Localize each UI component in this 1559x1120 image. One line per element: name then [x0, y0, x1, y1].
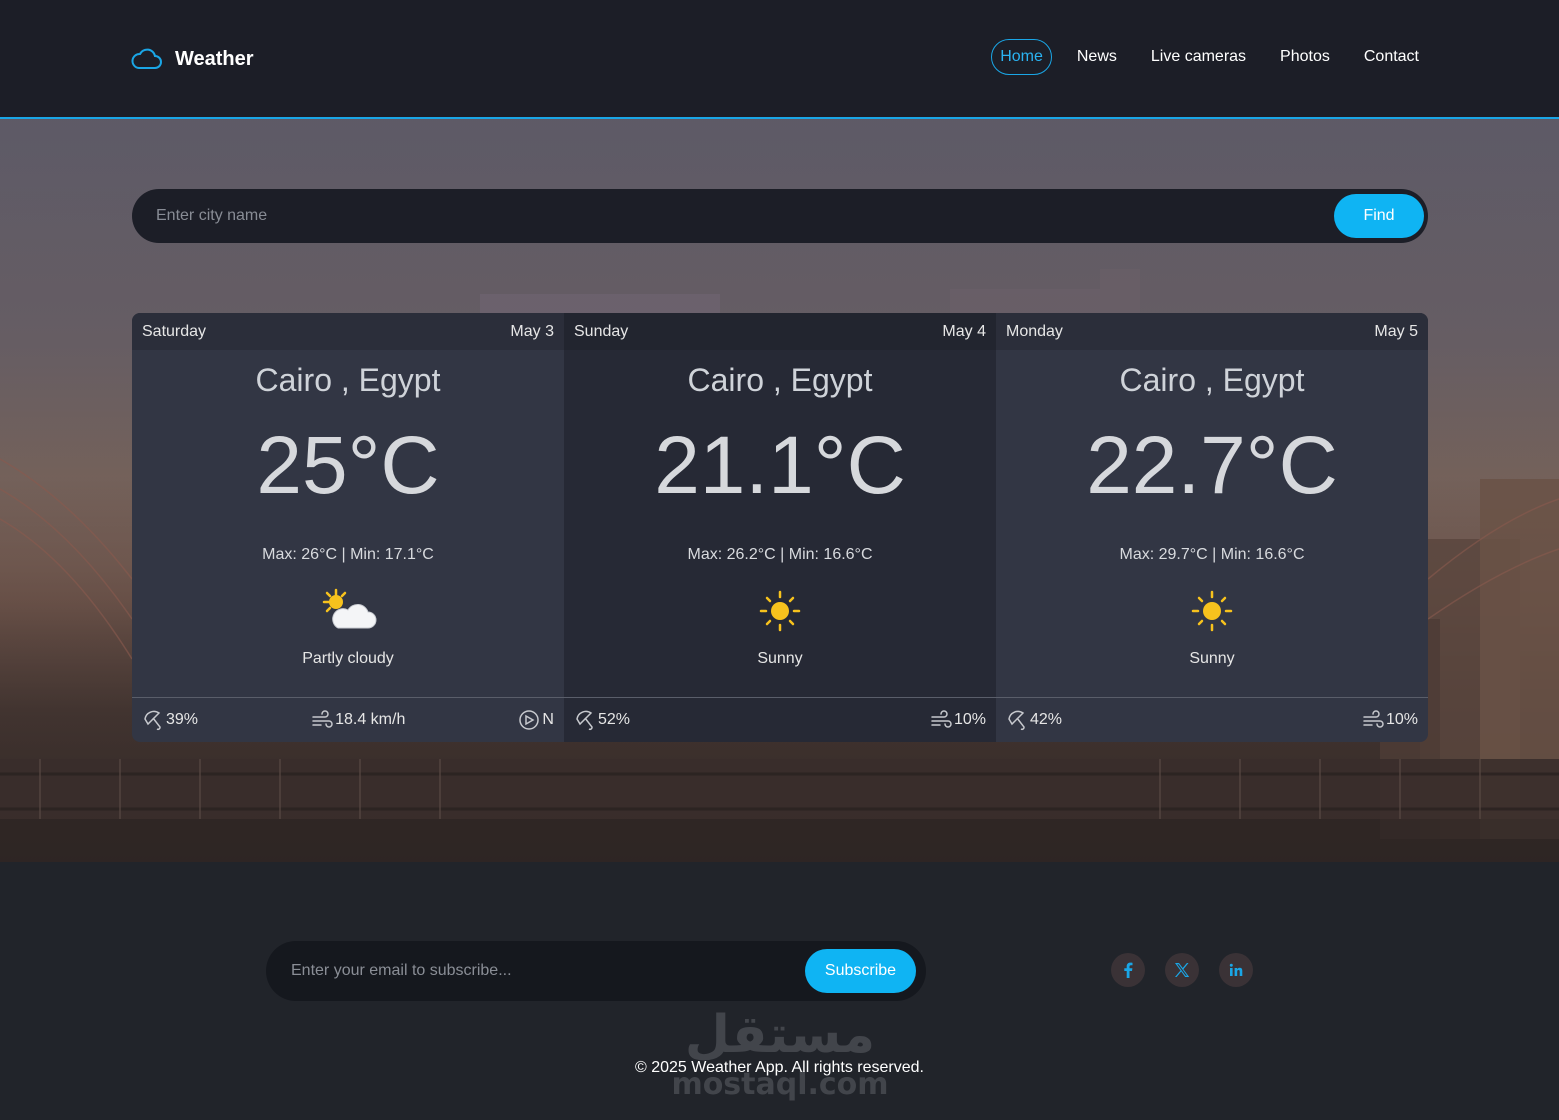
date: May 5 [1374, 322, 1418, 340]
sun-icon [1191, 590, 1233, 632]
wind-icon [931, 710, 952, 728]
nav-home[interactable]: Home [991, 39, 1052, 75]
forecast-card-day2: Sunday May 4 Cairo , Egypt 21.1°C Max: 2… [564, 313, 996, 742]
card-header: Monday May 5 [996, 313, 1428, 350]
page-footer: Subscribe مستقل mostaql.com © 2025 Weath… [0, 862, 1559, 1120]
card-footer: 52% 10% [564, 697, 996, 742]
date: May 3 [510, 322, 554, 340]
wind-speed: 10% [1362, 709, 1418, 731]
facebook-link[interactable] [1111, 953, 1145, 987]
min-max: Max: 26°C | Min: 17.1°C [262, 546, 434, 563]
mostaql-watermark-logo: مستقل mostaql.com [671, 1005, 888, 1102]
day-name: Monday [1006, 322, 1063, 340]
facebook-icon [1124, 962, 1133, 978]
card-body: Cairo , Egypt 22.7°C Max: 29.7°C | Min: … [996, 350, 1428, 697]
brand-name: Weather [175, 47, 254, 70]
subscribe-button[interactable]: Subscribe [805, 949, 916, 993]
wind-direction: N [518, 709, 554, 731]
cloud-icon [131, 48, 162, 69]
partly-cloudy-icon [322, 588, 377, 629]
rain-chance: 42% [1006, 709, 1062, 731]
subscribe-form: Subscribe [266, 941, 926, 1001]
wind-icon [1363, 710, 1384, 728]
rain-chance: 52% [574, 709, 630, 731]
forecast-card-today: Saturday May 3 Cairo , Egypt 25°C Max: 2… [132, 313, 564, 742]
temperature: 21.1°C [654, 420, 906, 511]
linkedin-link[interactable] [1219, 953, 1253, 987]
day-name: Saturday [142, 322, 207, 340]
card-body: Cairo , Egypt 25°C Max: 26°C | Min: 17.1… [132, 350, 564, 697]
date: May 4 [942, 322, 986, 340]
condition: Sunny [757, 650, 803, 667]
nav-live-cameras[interactable]: Live cameras [1142, 39, 1255, 75]
forecast-card-day3: Monday May 5 Cairo , Egypt 22.7°C Max: 2… [996, 313, 1428, 742]
condition: Sunny [1189, 650, 1235, 667]
rain-chance: 39% [142, 709, 198, 731]
nav-contact[interactable]: Contact [1355, 39, 1428, 75]
compass-icon [519, 710, 540, 730]
svg-text:مستقل: مستقل [685, 1005, 875, 1065]
card-header: Saturday May 3 [132, 313, 564, 350]
x-icon [1175, 963, 1190, 977]
umbrella-icon [576, 710, 593, 731]
nav-photos[interactable]: Photos [1271, 39, 1339, 75]
location: Cairo , Egypt [255, 362, 441, 398]
min-max: Max: 26.2°C | Min: 16.6°C [687, 546, 873, 563]
nav-news[interactable]: News [1068, 39, 1126, 75]
temperature: 25°C [256, 420, 440, 511]
brand[interactable]: Weather [131, 44, 254, 74]
umbrella-icon [144, 710, 161, 731]
card-footer: 39% 18.4 km/h N [132, 697, 564, 742]
copyright-text: © 2025 Weather App. All rights reserved. [635, 1059, 924, 1076]
card-body: Cairo , Egypt 21.1°C Max: 26.2°C | Min: … [564, 350, 996, 697]
temperature: 22.7°C [1086, 420, 1338, 511]
linkedin-icon [1229, 963, 1243, 976]
card-header: Sunday May 4 [564, 313, 996, 350]
card-footer: 42% 10% [996, 697, 1428, 742]
location: Cairo , Egypt [687, 362, 873, 398]
x-link[interactable] [1165, 953, 1199, 987]
umbrella-icon [1008, 710, 1025, 731]
forecast-cards: Saturday May 3 Cairo , Egypt 25°C Max: 2… [132, 313, 1428, 742]
city-search-input[interactable] [156, 189, 1306, 243]
wind-icon [312, 710, 333, 728]
main-nav: Home News Live cameras Photos Contact [983, 39, 1428, 75]
find-button[interactable]: Find [1334, 194, 1424, 238]
min-max: Max: 29.7°C | Min: 16.6°C [1119, 546, 1305, 563]
city-search: Find [132, 189, 1428, 243]
location: Cairo , Egypt [1119, 362, 1305, 398]
social-links [1111, 953, 1253, 987]
hero-section: Find Saturday May 3 Cairo , Egypt 25°C M… [0, 119, 1559, 862]
top-header: Weather Home News Live cameras Photos Co… [0, 0, 1559, 119]
condition: Partly cloudy [302, 650, 394, 667]
wind-speed: 10% [930, 709, 986, 731]
sun-icon [759, 590, 801, 632]
day-name: Sunday [574, 322, 629, 340]
email-subscribe-input[interactable] [291, 941, 791, 1001]
wind-speed: 18.4 km/h [311, 709, 405, 731]
